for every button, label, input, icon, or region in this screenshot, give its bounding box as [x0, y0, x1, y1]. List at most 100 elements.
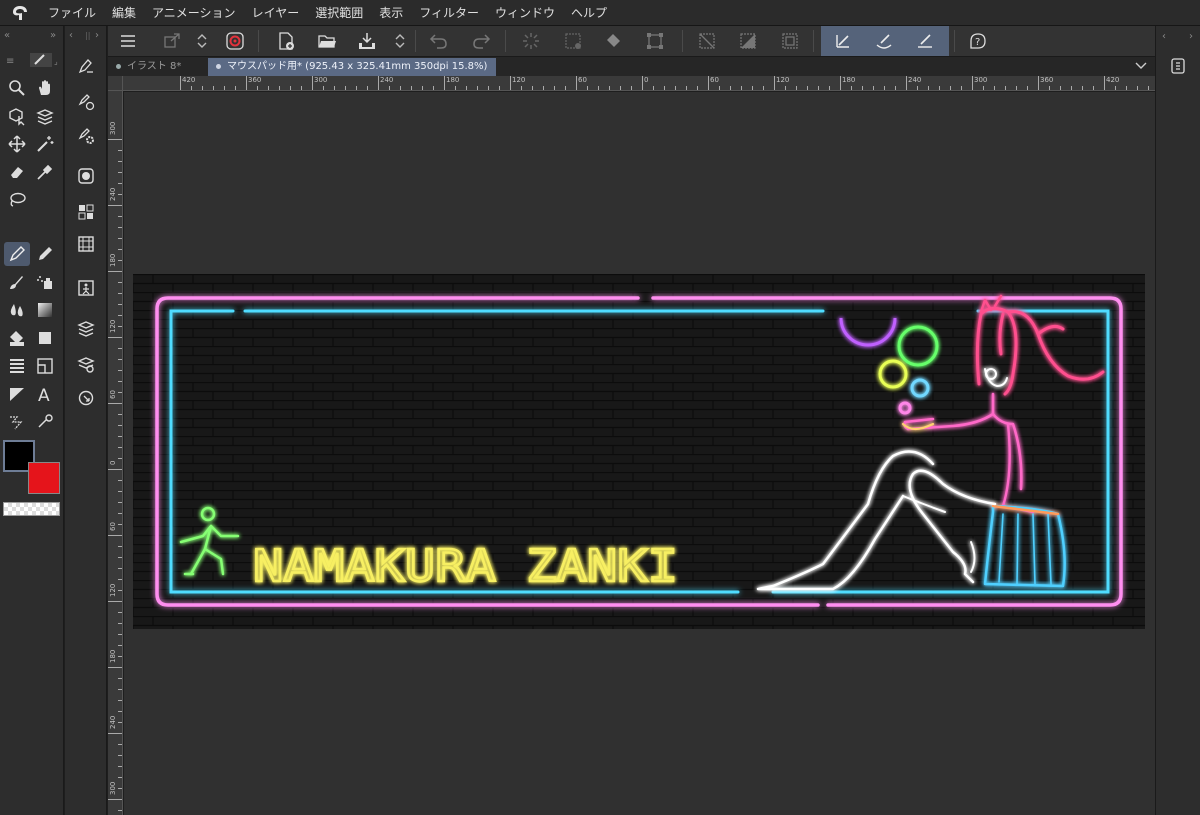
menu-window[interactable]: ウィンドウ: [487, 4, 563, 21]
deselect-icon[interactable]: [695, 29, 719, 53]
clear-icon[interactable]: [561, 29, 585, 53]
share-icon[interactable]: [160, 29, 184, 53]
object-icon[interactable]: [4, 104, 30, 128]
new-canvas-icon[interactable]: [274, 29, 298, 53]
pen-icon[interactable]: [4, 242, 30, 266]
separator: [682, 30, 683, 52]
app-logo-icon[interactable]: [0, 0, 40, 26]
ruler-tick: [367, 86, 368, 90]
layer-property-icon[interactable]: [73, 352, 99, 376]
snap-special-ruler-icon[interactable]: [872, 29, 896, 53]
ruler-tick: [543, 86, 544, 90]
panel-menu-icon[interactable]: [1165, 54, 1191, 78]
brush-icon[interactable]: [4, 270, 30, 294]
collapse-chevrons-icon[interactable]: ‹ › ||: [69, 28, 103, 40]
tool-settings-icon[interactable]: [73, 124, 99, 148]
chevron-down-icon[interactable]: [1135, 61, 1147, 71]
ruler-tick: [118, 612, 122, 613]
eraser-icon[interactable]: [4, 160, 30, 184]
ruler-tick-label: 360: [248, 76, 262, 84]
ruler-tick: [928, 86, 929, 90]
ruler-tick: [118, 524, 122, 525]
tab-mousepad[interactable]: マウスパッド用* (925.43 x 325.41mm 350dpi 15.8%…: [208, 58, 496, 76]
menu-view[interactable]: 表示: [371, 4, 411, 21]
text-icon[interactable]: A: [32, 382, 58, 406]
balloon-icon[interactable]: [4, 382, 30, 406]
ruler-tick: [334, 86, 335, 90]
zoom-icon[interactable]: [4, 76, 30, 100]
undo-icon[interactable]: [427, 29, 451, 53]
collapse-chevrons-icon[interactable]: «»: [4, 28, 60, 40]
menu-hamburger-icon[interactable]: [116, 29, 140, 53]
menu-edit[interactable]: 編集: [104, 4, 144, 21]
move-icon[interactable]: [4, 132, 30, 156]
fill-bucket-icon[interactable]: [602, 29, 626, 53]
updown-icon-2[interactable]: [388, 29, 412, 53]
ruler-tick: [118, 788, 122, 789]
blend-icon[interactable]: [4, 298, 30, 322]
color-circle-icon[interactable]: [73, 164, 99, 188]
svg-text:›: ›: [95, 30, 99, 40]
collapse-chevrons-icon[interactable]: ‹ ›: [1160, 29, 1198, 41]
ruler-tick: [118, 458, 122, 459]
redo-icon[interactable]: [469, 29, 493, 53]
snap-grid-icon[interactable]: [913, 29, 937, 53]
updown-icon[interactable]: [190, 29, 214, 53]
vector-circle-icon[interactable]: [73, 90, 99, 114]
figure-icon[interactable]: [32, 326, 58, 350]
vertical-ruler[interactable]: 300 240 180 120 60 0 60 120 180 240 300: [108, 91, 123, 815]
snap-ruler-icon[interactable]: [831, 29, 855, 53]
loading-icon[interactable]: [519, 29, 543, 53]
separator: [813, 30, 814, 52]
save-icon[interactable]: [355, 29, 379, 53]
pencil-icon[interactable]: [32, 242, 58, 266]
correct-line-icon[interactable]: [32, 410, 58, 434]
frame-icon[interactable]: [4, 354, 30, 378]
ruler-tick: [213, 86, 214, 90]
horizontal-ruler[interactable]: 420 360 300 240 180 120 60 0 60 120 180 240 300 360 42…: [123, 76, 1155, 91]
airbrush-icon[interactable]: [32, 270, 58, 294]
gradient-icon[interactable]: [32, 298, 58, 322]
ruler-tick: [554, 86, 555, 90]
timeline-icon[interactable]: [73, 232, 99, 256]
ruler-tick: [664, 86, 665, 90]
menu-filter[interactable]: フィルター: [411, 4, 487, 21]
help-icon[interactable]: ?: [966, 29, 990, 53]
open-folder-icon[interactable]: [315, 29, 339, 53]
lasso-icon[interactable]: [4, 188, 30, 212]
layer-move-icon[interactable]: [32, 104, 58, 128]
select-all-icon[interactable]: [778, 29, 802, 53]
menu-file[interactable]: ファイル: [40, 4, 104, 21]
ruler-tick: [1049, 86, 1050, 90]
magic-wand-icon[interactable]: [32, 132, 58, 156]
sub-color-swatch[interactable]: [28, 462, 60, 494]
fill-icon[interactable]: [4, 326, 30, 350]
menu-selection[interactable]: 選択範囲: [307, 4, 371, 21]
sub-tool-column: ‹ › ||: [65, 26, 107, 815]
ruler-icon[interactable]: [32, 354, 58, 378]
layer-icon[interactable]: [73, 316, 99, 340]
ruler-tick-label: 360: [1040, 76, 1054, 84]
ruler-tick: [510, 76, 511, 90]
navigator-icon[interactable]: [73, 386, 99, 410]
line-fix-icon[interactable]: [4, 410, 30, 434]
transform-icon[interactable]: [643, 29, 667, 53]
invert-selection-icon[interactable]: [736, 29, 760, 53]
canvas-artwork[interactable]: NAMAKURA ZANKI: [133, 274, 1145, 629]
ruler-tick: [118, 755, 122, 756]
vector-edit-icon[interactable]: [73, 54, 99, 78]
tab-illust-8[interactable]: イラスト 8*: [108, 58, 206, 76]
transparent-color-swatch[interactable]: [3, 502, 60, 516]
companion-mode-icon[interactable]: [223, 29, 247, 53]
ruler-tick: [118, 568, 122, 569]
ruler-tick: [763, 86, 764, 90]
hand-icon[interactable]: [32, 76, 58, 100]
color-set-icon[interactable]: [73, 200, 99, 224]
menu-help[interactable]: ヘルプ: [563, 4, 615, 21]
reference-icon[interactable]: [73, 276, 99, 300]
menu-layer[interactable]: レイヤー: [244, 4, 308, 21]
menu-animation[interactable]: アニメーション: [144, 4, 244, 21]
ruler-tick: [565, 86, 566, 90]
ruler-tick: [1093, 86, 1094, 90]
eyedropper-icon[interactable]: [32, 160, 58, 184]
